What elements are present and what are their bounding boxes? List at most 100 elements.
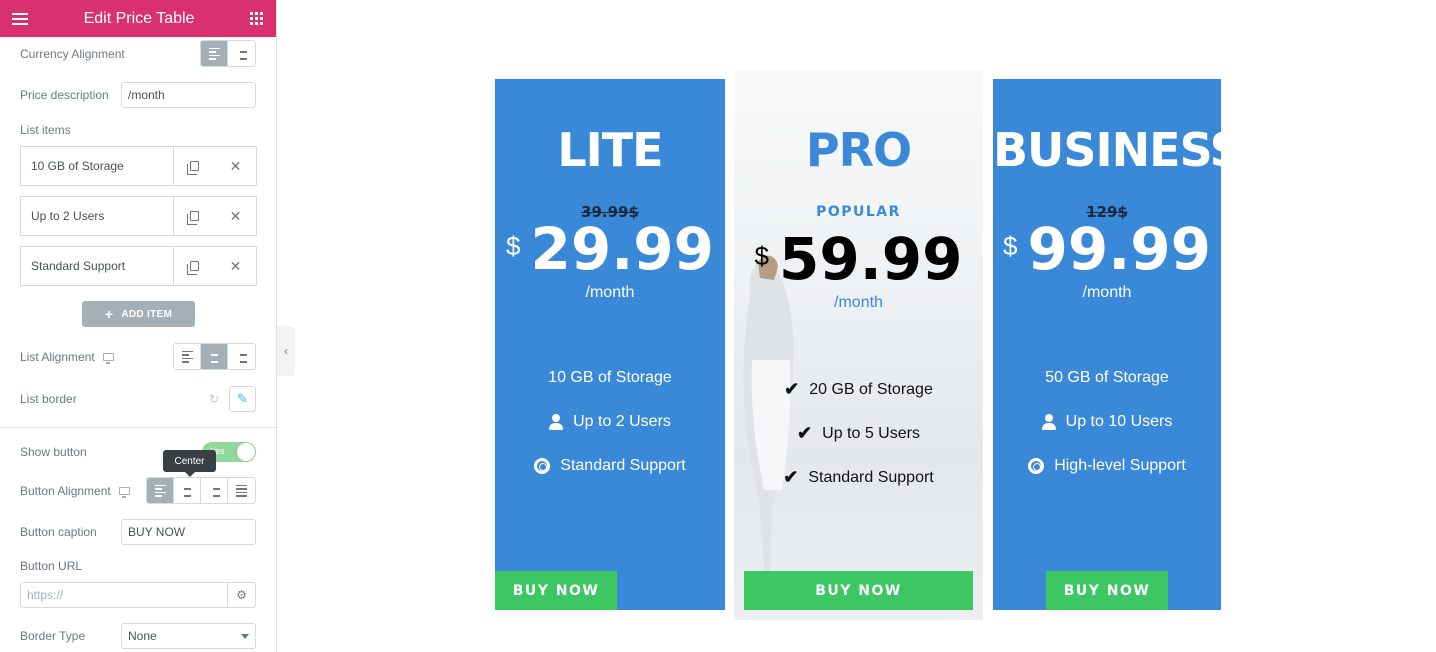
feature-item: Up to 2 Users (495, 413, 725, 431)
gear-icon[interactable]: ⚙ (228, 583, 255, 607)
list-align-right-button[interactable] (228, 344, 255, 369)
align-center-icon (209, 351, 220, 363)
align-left-icon (181, 350, 193, 363)
align-left-icon (208, 47, 220, 60)
user-icon (1041, 414, 1056, 430)
align-right-icon (209, 485, 220, 497)
list-align-left-button[interactable] (174, 344, 201, 369)
add-item-button[interactable]: + ADD ITEM (82, 301, 195, 327)
list-item[interactable]: Standard Support ✕ (20, 246, 257, 286)
chevron-left-icon: ‹ (284, 344, 288, 358)
align-right-icon (236, 351, 247, 363)
life-ring-icon (534, 458, 551, 474)
buy-now-button[interactable]: BUY NOW (495, 571, 617, 610)
panel-header: Edit Price Table (0, 0, 276, 37)
plan-name: BUSINESS (993, 123, 1243, 177)
feature-item: Up to 10 Users (993, 413, 1221, 431)
feature-item: ✔ 20 GB of Storage (734, 379, 983, 400)
list-item-title[interactable]: Standard Support (21, 247, 174, 285)
align-left-icon (154, 484, 166, 497)
feature-text: 20 GB of Storage (809, 380, 933, 398)
list-border-row: List border ↻ ✎ (20, 385, 256, 412)
price-period: /month (834, 294, 883, 311)
reset-icon[interactable]: ↻ (209, 392, 219, 406)
button-caption-label: Button caption (20, 525, 97, 539)
duplicate-button[interactable] (174, 247, 215, 285)
desktop-icon[interactable] (102, 352, 114, 364)
price-line: $ 99.99 (993, 215, 1221, 283)
button-align-right-button[interactable] (201, 478, 228, 503)
currency-symbol: $ (1003, 231, 1018, 261)
popular-badge: POPULAR (816, 204, 901, 220)
list-align-center-button[interactable] (201, 344, 228, 369)
plus-icon: + (104, 306, 114, 322)
menu-icon[interactable] (12, 12, 28, 25)
buy-now-button[interactable]: BUY NOW (744, 571, 973, 610)
desktop-icon[interactable] (118, 486, 130, 498)
list-item[interactable]: 10 GB of Storage ✕ (20, 146, 257, 186)
feature-text: Up to 10 Users (1065, 413, 1173, 430)
price-amount: 59.99 (779, 225, 963, 293)
duplicate-button[interactable] (174, 197, 215, 235)
duplicate-button[interactable] (174, 147, 215, 185)
list-border-label: List border (20, 391, 77, 406)
list-item-title[interactable]: 10 GB of Storage (21, 147, 174, 185)
toggle-knob (237, 443, 255, 461)
price-line: $ 29.99 (495, 215, 725, 283)
remove-button[interactable]: ✕ (215, 197, 256, 235)
list-items-row: List items (20, 122, 256, 138)
border-type-label: Border Type (20, 629, 86, 643)
button-alignment-row: Button Alignment (20, 477, 256, 504)
edit-border-button[interactable]: ✎ (229, 385, 256, 412)
feature-text: Standard Support (560, 457, 686, 474)
currency-symbol: $ (506, 231, 521, 261)
price-description-input[interactable]: /month (121, 82, 256, 108)
feature-text: 50 GB of Storage (1045, 369, 1169, 386)
widgets-grid-icon[interactable] (250, 11, 264, 26)
feature-item: High-level Support (993, 457, 1221, 475)
align-justify-icon (236, 484, 247, 497)
remove-button[interactable]: ✕ (215, 147, 256, 185)
price-description-label: Price description (20, 88, 109, 102)
list-alignment-control (173, 343, 256, 370)
button-align-center-button[interactable] (174, 478, 201, 503)
button-caption-input[interactable]: BUY NOW (121, 519, 256, 545)
currency-align-left-button[interactable] (201, 41, 228, 66)
price-amount: 99.99 (1027, 215, 1211, 283)
pricing-card-business: BUSINESS 129$ $ 99.99 /month 50 GB of St… (993, 79, 1243, 610)
pricing-card-lite: LITE 39.99$ $ 29.99 /month 10 GB of Stor… (495, 79, 725, 610)
button-align-justify-button[interactable] (228, 478, 255, 503)
list-item[interactable]: Up to 2 Users ✕ (20, 196, 257, 236)
price-amount: 29.99 (530, 215, 714, 283)
feature-item: 10 GB of Storage (495, 369, 725, 387)
price-description-row: Price description /month (20, 82, 256, 108)
button-align-left-button[interactable] (147, 478, 174, 503)
user-icon (549, 414, 564, 430)
panel-title: Edit Price Table (83, 9, 195, 27)
close-icon: ✕ (229, 207, 242, 224)
copy-icon (187, 211, 199, 225)
show-button-label: Show button (20, 445, 87, 459)
pencil-icon: ✎ (237, 390, 248, 406)
button-url-input[interactable]: https:// (21, 583, 228, 607)
list-alignment-label: List Alignment (20, 349, 95, 364)
border-type-select[interactable]: None (121, 623, 256, 649)
check-icon: ✔ (784, 379, 800, 399)
price-period: /month (585, 284, 635, 301)
currency-alignment-control (200, 40, 256, 67)
check-icon: ✔ (783, 467, 799, 487)
currency-alignment-label: Currency Alignment (20, 46, 125, 61)
center-tooltip: Center (163, 450, 216, 477)
list-item-title[interactable]: Up to 2 Users (21, 197, 174, 235)
feature-item: Standard Support (495, 457, 725, 475)
button-url-row: https:// ⚙ (20, 582, 256, 608)
currency-align-right-button[interactable] (228, 41, 255, 66)
button-url-field: https:// ⚙ (20, 582, 256, 608)
remove-button[interactable]: ✕ (215, 247, 256, 285)
button-alignment-label: Button Alignment (20, 483, 111, 498)
copy-icon (187, 261, 199, 275)
buy-now-button[interactable]: BUY NOW (1046, 571, 1168, 610)
section-divider (0, 427, 276, 428)
close-icon: ✕ (229, 157, 242, 174)
collapse-panel-button[interactable]: ‹ (277, 326, 295, 376)
